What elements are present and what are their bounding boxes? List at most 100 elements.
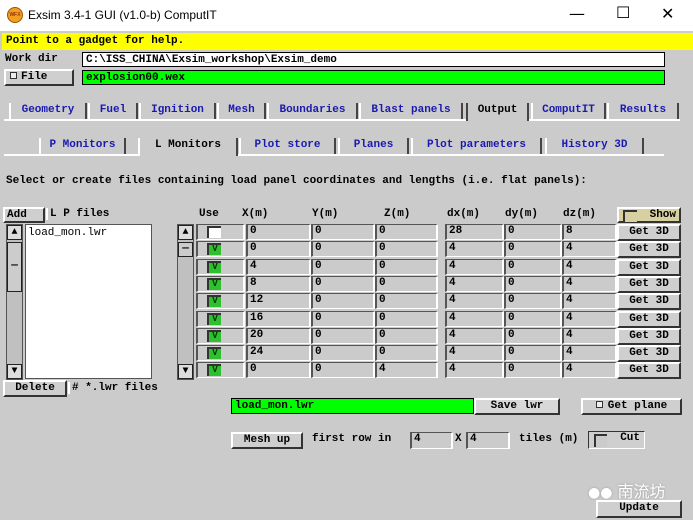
use-cell[interactable]: V xyxy=(196,275,245,292)
subtab-history-3d[interactable]: History 3D xyxy=(545,138,644,154)
get-3d-button[interactable]: Get 3D xyxy=(617,327,681,345)
close-icon[interactable]: ✕ xyxy=(661,4,674,23)
update-button[interactable]: Update xyxy=(596,500,682,518)
cell-z[interactable]: 0 xyxy=(375,241,438,258)
cell-x[interactable]: 4 xyxy=(246,258,311,275)
use-cell[interactable]: V xyxy=(196,345,245,362)
show-checkbox[interactable] xyxy=(623,210,637,222)
cell-x[interactable]: 0 xyxy=(246,241,311,258)
files-list[interactable]: load_mon.lwr xyxy=(25,224,152,379)
cell-dy[interactable]: 0 xyxy=(504,310,562,327)
file-input[interactable]: explosion00.wex xyxy=(82,70,665,85)
get-3d-button[interactable]: Get 3D xyxy=(617,293,681,311)
tab-mesh[interactable]: Mesh xyxy=(217,103,266,119)
scroll-thumb[interactable]: — xyxy=(178,242,193,257)
cell-y[interactable]: 0 xyxy=(311,275,375,292)
use-checkbox[interactable]: V xyxy=(207,260,221,273)
workdir-input[interactable]: C:\ISS_CHINA\Exsim_workshop\Exsim_demo xyxy=(82,52,665,67)
subtab-planes[interactable]: Planes xyxy=(338,138,409,154)
use-checkbox[interactable]: V xyxy=(207,312,221,325)
cell-dx[interactable]: 28 xyxy=(445,224,504,240)
cell-dz[interactable]: 8 xyxy=(562,224,617,240)
minimize-icon[interactable]: — xyxy=(569,4,585,23)
tab-output[interactable]: Output xyxy=(466,103,529,121)
scroll-down-icon[interactable]: ▼ xyxy=(7,364,22,379)
cell-dz[interactable]: 4 xyxy=(562,293,617,310)
get-3d-button[interactable]: Get 3D xyxy=(617,362,681,380)
scroll-up-icon[interactable]: ▲ xyxy=(7,225,22,240)
get-plane-button[interactable]: Get plane xyxy=(581,398,682,415)
use-cell[interactable] xyxy=(196,224,245,240)
cell-y[interactable]: 0 xyxy=(311,345,375,362)
list-item[interactable]: load_mon.lwr xyxy=(28,227,149,239)
cell-x[interactable]: 0 xyxy=(246,362,311,379)
tiles-x-input[interactable]: 4 xyxy=(410,432,453,449)
cut-toggle[interactable]: Cut xyxy=(588,431,645,449)
get-3d-button[interactable]: Get 3D xyxy=(617,258,681,276)
subtab-plot-store[interactable]: Plot store xyxy=(239,138,336,154)
cell-x[interactable]: 20 xyxy=(246,327,311,344)
tab-results[interactable]: Results xyxy=(607,103,679,119)
cell-dx[interactable]: 4 xyxy=(445,241,504,258)
get-3d-button[interactable]: Get 3D xyxy=(617,345,681,363)
tab-boundaries[interactable]: Boundaries xyxy=(267,103,358,119)
table-scrollbar[interactable]: ▲ — ▼ xyxy=(177,224,194,380)
cell-dx[interactable]: 4 xyxy=(445,345,504,362)
file-button[interactable]: File xyxy=(4,69,74,86)
get-3d-button[interactable]: Get 3D xyxy=(617,275,681,293)
use-cell[interactable]: V xyxy=(196,258,245,275)
use-checkbox[interactable]: V xyxy=(207,329,221,342)
cell-dy[interactable]: 0 xyxy=(504,345,562,362)
use-checkbox[interactable]: V xyxy=(207,347,221,360)
cell-dz[interactable]: 4 xyxy=(562,327,617,344)
show-toggle[interactable]: Show xyxy=(617,207,681,223)
use-cell[interactable]: V xyxy=(196,241,245,258)
cell-dz[interactable]: 4 xyxy=(562,310,617,327)
subtab-l-monitors[interactable]: L Monitors xyxy=(138,138,238,156)
delete-button[interactable]: Delete xyxy=(3,380,67,397)
cell-dy[interactable]: 0 xyxy=(504,362,562,379)
cell-z[interactable]: 4 xyxy=(375,362,438,379)
cell-dy[interactable]: 0 xyxy=(504,275,562,292)
cell-dx[interactable]: 4 xyxy=(445,293,504,310)
save-lwr-button[interactable]: Save lwr xyxy=(474,398,560,415)
cell-y[interactable]: 0 xyxy=(311,327,375,344)
cut-checkbox[interactable] xyxy=(594,434,607,447)
tab-blast-panels[interactable]: Blast panels xyxy=(359,103,463,119)
cell-dz[interactable]: 4 xyxy=(562,362,617,379)
get-3d-button[interactable]: Get 3D xyxy=(617,310,681,328)
cell-dy[interactable]: 0 xyxy=(504,293,562,310)
tab-ignition[interactable]: Ignition xyxy=(139,103,216,119)
files-scrollbar[interactable]: ▲ — ▼ xyxy=(6,224,23,380)
use-cell[interactable]: V xyxy=(196,327,245,344)
cell-y[interactable]: 0 xyxy=(311,362,375,379)
use-cell[interactable]: V xyxy=(196,362,245,379)
cell-y[interactable]: 0 xyxy=(311,258,375,275)
cell-y[interactable]: 0 xyxy=(311,293,375,310)
cell-z[interactable]: 0 xyxy=(375,345,438,362)
cell-y[interactable]: 0 xyxy=(311,241,375,258)
subtab-plot-parameters[interactable]: Plot parameters xyxy=(411,138,542,154)
cell-z[interactable]: 0 xyxy=(375,275,438,292)
use-checkbox[interactable]: V xyxy=(207,364,221,377)
cell-x[interactable]: 8 xyxy=(246,275,311,292)
use-checkbox[interactable]: V xyxy=(207,277,221,290)
cell-dz[interactable]: 4 xyxy=(562,345,617,362)
cell-dx[interactable]: 4 xyxy=(445,362,504,379)
cell-dx[interactable]: 4 xyxy=(445,258,504,275)
tiles-y-input[interactable]: 4 xyxy=(466,432,510,449)
use-cell[interactable]: V xyxy=(196,293,245,310)
cell-dy[interactable]: 0 xyxy=(504,327,562,344)
scroll-down-icon[interactable]: ▼ xyxy=(178,364,193,379)
scroll-thumb[interactable]: — xyxy=(7,242,22,292)
cell-dy[interactable]: 0 xyxy=(504,258,562,275)
cell-dz[interactable]: 4 xyxy=(562,275,617,292)
cell-dz[interactable]: 4 xyxy=(562,241,617,258)
lwr-filename-input[interactable]: load_mon.lwr xyxy=(231,398,474,414)
cell-x[interactable]: 16 xyxy=(246,310,311,327)
get-3d-button[interactable]: Get 3D xyxy=(617,241,681,259)
cell-z[interactable]: 0 xyxy=(375,327,438,344)
tab-geometry[interactable]: Geometry xyxy=(9,103,87,119)
cell-y[interactable]: 0 xyxy=(311,224,375,240)
cell-dx[interactable]: 4 xyxy=(445,310,504,327)
